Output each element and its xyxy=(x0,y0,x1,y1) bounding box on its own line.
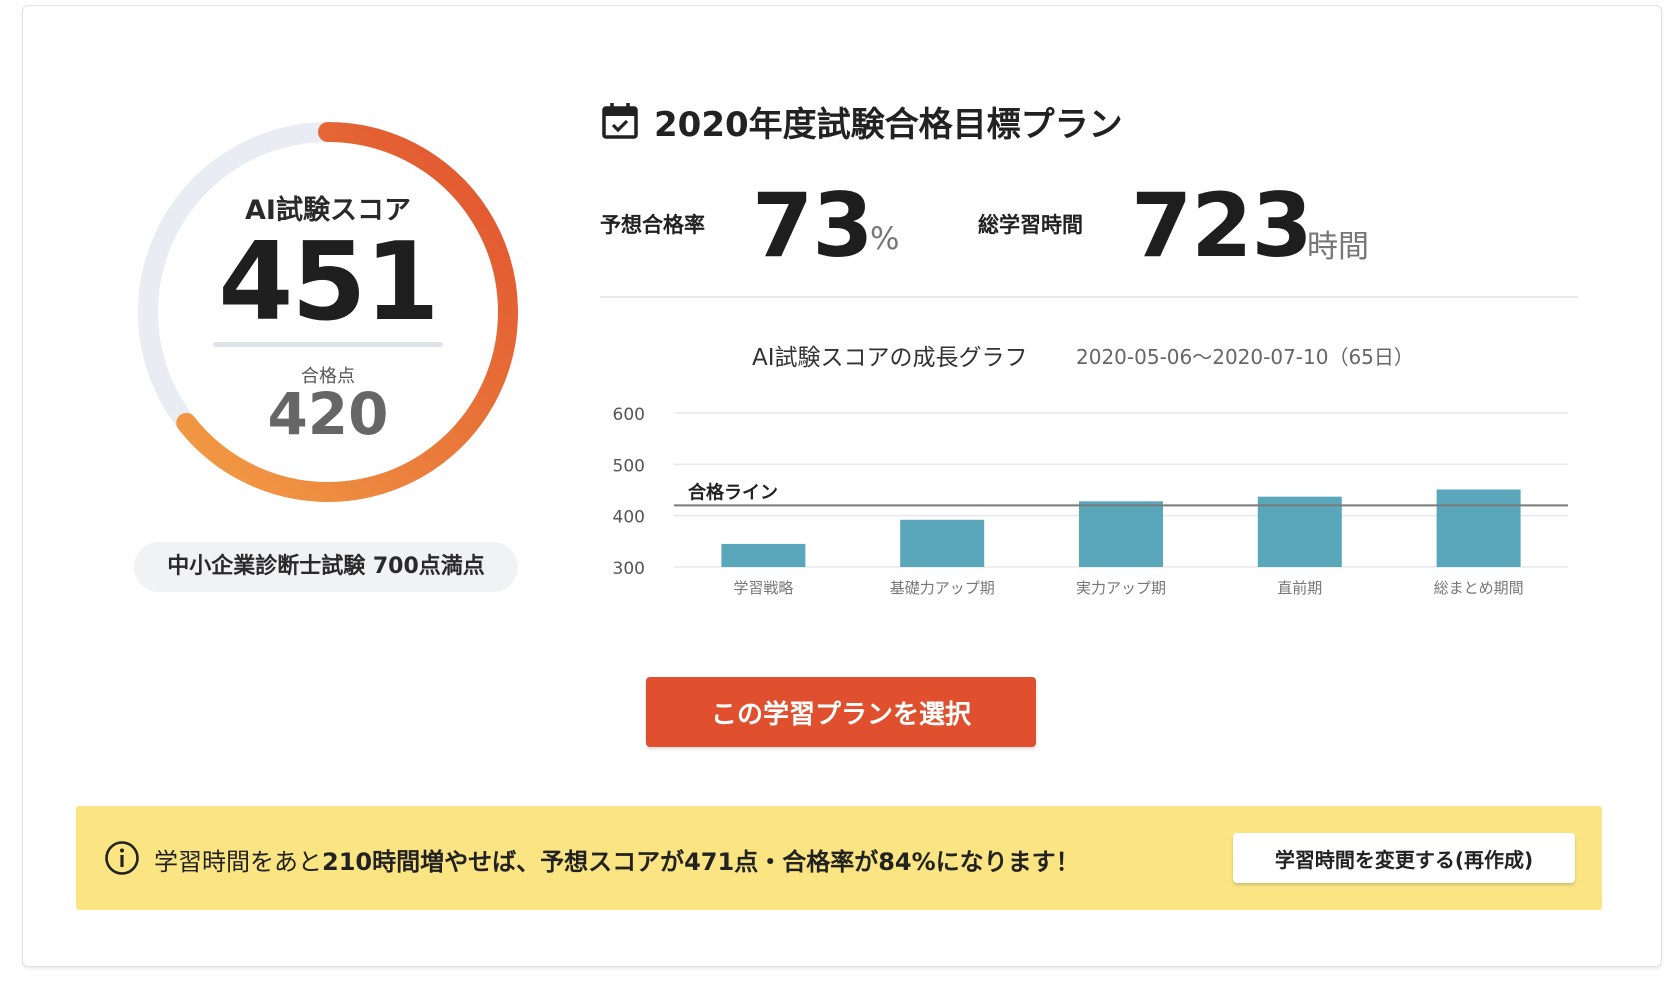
plan-title-text: 2020年度試験合格目標プラン xyxy=(654,104,1123,145)
y-tick-label: 500 xyxy=(613,456,645,476)
notice-text: 学習時間をあと210時間増やせば、予想スコアが471点・合格率が84%になります… xyxy=(154,842,1080,877)
chart-title: AI試験スコアの成長グラフ xyxy=(752,345,1028,371)
bar-5 xyxy=(1436,489,1521,567)
pass-line-label: 合格ライン xyxy=(688,481,778,503)
study-time-value: 723 xyxy=(1131,174,1313,277)
x-tick-label: 学習戦略 xyxy=(733,579,793,597)
chart-date-range: 2020-05-06〜2020-07-10（65日） xyxy=(1076,345,1414,369)
exam-badge: 中小企業診断士試験 700点満点 xyxy=(134,542,518,592)
x-tick-label: 総まとめ期間 xyxy=(1434,579,1524,597)
x-tick-label: 基礎力アップ期 xyxy=(890,579,995,597)
info-circle-icon xyxy=(105,841,139,875)
y-tick-label: 400 xyxy=(613,508,645,528)
pass-rate-unit: % xyxy=(870,221,900,257)
bar-2 xyxy=(900,519,985,567)
plan-title: 2020年度試験合格目標プラン xyxy=(600,96,1123,146)
section-divider xyxy=(600,296,1578,298)
notice-text-prefix: 学習時間をあと xyxy=(154,848,322,876)
bar-4 xyxy=(1257,496,1342,567)
pass-score-value: 420 xyxy=(267,380,389,448)
pass-rate-label: 予想合格率 xyxy=(600,213,705,237)
calendar-check-icon xyxy=(602,103,638,139)
score-gauge: AI試験スコア 451 合格点 420 xyxy=(124,108,532,516)
study-time-label: 総学習時間 xyxy=(978,213,1083,237)
pass-rate-value: 73 xyxy=(752,174,873,277)
score-growth-chart: 300 400 500 600 学習戦略 基礎力アップ期 実力アップ期 直前期 総まとめ期間 合格… xyxy=(600,395,1580,615)
ai-score-value: 451 xyxy=(218,220,439,345)
x-tick-label: 実力アップ期 xyxy=(1076,579,1166,597)
y-tick-label: 600 xyxy=(613,405,645,425)
x-tick-label: 直前期 xyxy=(1277,579,1322,597)
gauge-divider xyxy=(213,342,443,347)
bar-3 xyxy=(1079,501,1163,567)
bar-1 xyxy=(721,543,806,567)
y-tick-label: 300 xyxy=(613,559,645,579)
select-plan-button[interactable]: この学習プランを選択 xyxy=(646,677,1036,747)
chart-svg: 300 400 500 600 学習戦略 基礎力アップ期 実力アップ期 直前期 総まとめ期間 合格… xyxy=(613,405,1568,597)
change-study-time-button[interactable]: 学習時間を変更する(再作成) xyxy=(1233,833,1575,883)
notice-text-bold: 210時間増やせば、予想スコアが471点・合格率が84%になります！ xyxy=(322,848,1080,876)
study-time-unit: 時間 xyxy=(1307,229,1369,265)
notice-banner: 学習時間をあと210時間増やせば、予想スコアが471点・合格率が84%になります… xyxy=(76,806,1602,910)
